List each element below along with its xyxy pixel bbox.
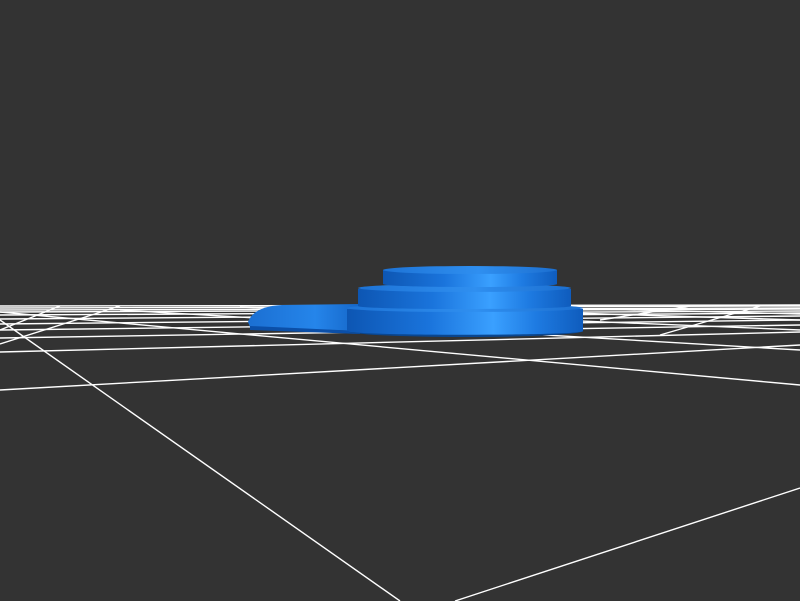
- 3d-viewport[interactable]: [0, 0, 800, 601]
- model-tier-bottom: [347, 309, 583, 335]
- model-tier-top-face: [383, 266, 557, 274]
